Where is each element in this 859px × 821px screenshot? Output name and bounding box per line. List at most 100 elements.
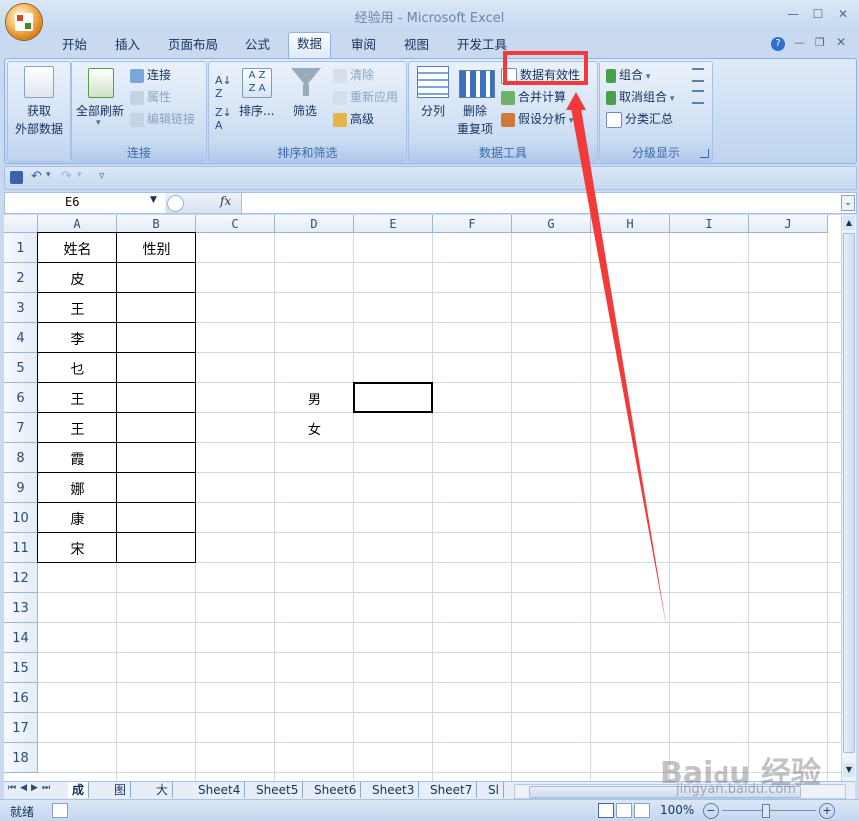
macro-record-icon[interactable] <box>52 803 68 818</box>
reapply-button[interactable]: 重新应用 <box>350 90 398 104</box>
vertical-scrollbar[interactable]: ▲ ▼ <box>841 215 856 781</box>
expand-formula-icon[interactable]: ⌄ <box>841 195 855 211</box>
row-header-17[interactable]: 17 <box>4 713 38 743</box>
what-if-button[interactable]: 假设分析 <box>518 112 566 126</box>
row-header-2[interactable]: 2 <box>4 263 38 293</box>
ungroup-button[interactable]: 取消组合 <box>619 90 667 104</box>
row-header-11[interactable]: 11 <box>4 533 38 563</box>
ungroup-dropdown-icon[interactable]: ▾ <box>667 94 675 104</box>
sheet-nav-icon[interactable]: ⏮◀▶⏭ <box>8 783 54 793</box>
filter-button[interactable]: 筛选 <box>293 102 317 119</box>
row-header-14[interactable]: 14 <box>4 623 38 653</box>
cell-A4[interactable]: 李 <box>38 329 117 349</box>
redo-icon[interactable]: ↷ <box>61 169 72 184</box>
scroll-up-icon[interactable]: ▲ <box>843 216 855 230</box>
zoom-in-icon[interactable]: + <box>819 803 835 819</box>
what-if-dropdown-icon[interactable]: ▾ <box>566 116 574 126</box>
ribbon-minimize-icon[interactable]: — <box>794 36 805 49</box>
column-header-F[interactable]: F <box>433 215 512 233</box>
column-header-D[interactable]: D <box>275 215 354 233</box>
refresh-all-button[interactable]: 全部刷新 <box>76 102 124 119</box>
page-break-view-icon[interactable] <box>634 803 650 818</box>
office-button[interactable] <box>6 4 42 40</box>
column-header-H[interactable]: H <box>591 215 670 233</box>
help-icon[interactable]: ? <box>771 37 785 51</box>
get-external-label-1[interactable]: 获取 <box>8 102 70 119</box>
group-dropdown-icon[interactable]: ▾ <box>643 72 651 82</box>
minimize-button[interactable]: — <box>783 6 803 22</box>
zoom-slider-handle[interactable] <box>762 804 770 818</box>
undo-icon[interactable]: ↶ <box>31 169 42 184</box>
sheet-tab-大写[interactable]: 大写 <box>152 782 174 813</box>
cell-A2[interactable]: 皮 <box>38 269 117 289</box>
row-header-10[interactable]: 10 <box>4 503 38 533</box>
sheet-tab-Sheet3[interactable]: Sheet3 <box>368 782 420 798</box>
hide-detail-icon[interactable] <box>692 90 704 104</box>
outline-dialog-launcher-icon[interactable] <box>700 149 709 158</box>
cell-A10[interactable]: 康 <box>38 509 117 529</box>
insert-function-icon[interactable]: fx <box>220 194 231 208</box>
column-header-G[interactable]: G <box>512 215 591 233</box>
row-header-16[interactable]: 16 <box>4 683 38 713</box>
tab-review[interactable]: 审阅 <box>343 34 384 56</box>
column-header-B[interactable]: B <box>117 215 196 233</box>
consolidate-button[interactable]: 合并计算 <box>518 90 566 104</box>
name-box-dropdown-icon[interactable]: ▼ <box>150 195 157 205</box>
customize-qat-icon[interactable]: ▿ <box>99 169 105 182</box>
tab-formulas[interactable]: 公式 <box>237 34 278 56</box>
cell-A8[interactable]: 霞 <box>38 449 117 469</box>
scroll-down-icon[interactable]: ▼ <box>843 763 855 777</box>
sheet-tab-图标[interactable]: 图标 <box>110 782 132 813</box>
column-header-I[interactable]: I <box>670 215 749 233</box>
properties-button[interactable]: 属性 <box>147 90 171 104</box>
remove-duplicates-line1[interactable]: 删除 <box>463 102 487 119</box>
row-header-6[interactable]: 6 <box>4 383 38 413</box>
cell-A11[interactable]: 宋 <box>38 539 117 559</box>
sheet-tab-Sl[interactable]: Sl <box>484 782 504 798</box>
cell-A6[interactable]: 王 <box>38 389 117 409</box>
row-header-18[interactable]: 18 <box>4 743 38 773</box>
refresh-dropdown-icon[interactable]: ▾ <box>96 118 101 128</box>
tab-home[interactable]: 开始 <box>54 34 95 56</box>
formula-input[interactable] <box>243 195 833 211</box>
cell-A5[interactable]: 乜 <box>38 359 117 379</box>
undo-dropdown-icon[interactable]: ▾ <box>46 170 51 180</box>
page-layout-view-icon[interactable] <box>616 803 632 818</box>
cell-A9[interactable]: 娜 <box>38 479 117 499</box>
normal-view-icon[interactable] <box>598 803 614 818</box>
row-header-5[interactable]: 5 <box>4 353 38 383</box>
cell-A7[interactable]: 王 <box>38 419 117 439</box>
connections-button[interactable]: 连接 <box>147 68 171 82</box>
group-button[interactable]: 组合 <box>619 68 643 82</box>
zoom-out-icon[interactable]: − <box>703 803 719 819</box>
row-header-1[interactable]: 1 <box>4 233 38 263</box>
workbook-close-icon[interactable]: ✕ <box>836 35 846 49</box>
tab-view[interactable]: 视图 <box>396 34 437 56</box>
sheet-tab-Sheet6[interactable]: Sheet6 <box>310 782 362 798</box>
maximize-button[interactable]: ☐ <box>808 6 828 22</box>
sheet-tab-Sheet4[interactable]: Sheet4 <box>194 782 246 798</box>
cell-B1[interactable]: 性别 <box>117 239 196 259</box>
tab-page-layout[interactable]: 页面布局 <box>160 34 226 56</box>
cell-A1[interactable]: 姓名 <box>38 239 117 259</box>
ribbon-restore-icon[interactable]: ❐ <box>815 36 825 49</box>
get-external-label-2[interactable]: 外部数据 <box>8 120 70 137</box>
cell-D6[interactable]: 男 <box>275 389 354 408</box>
save-icon[interactable] <box>10 171 23 184</box>
cell-D7[interactable]: 女 <box>275 419 354 438</box>
name-box[interactable]: E6 ▼ <box>5 193 166 213</box>
row-header-8[interactable]: 8 <box>4 443 38 473</box>
advanced-button[interactable]: 高级 <box>350 112 374 126</box>
show-detail-icon[interactable] <box>692 68 704 82</box>
zoom-level[interactable]: 100% <box>660 803 694 817</box>
formula-bar-handle-icon[interactable] <box>167 195 184 212</box>
sheet-tab-Sheet7[interactable]: Sheet7 <box>426 782 478 798</box>
sheet-tab-Sheet5[interactable]: Sheet5 <box>252 782 304 798</box>
sort-za-icon[interactable]: Z↓ A <box>215 106 232 132</box>
worksheet-grid[interactable]: A B C D E F G H I J 1 2 3 4 5 6 7 8 9 10 11 12 13 14 15 16 17 18 姓名性… <box>4 215 841 781</box>
select-all-corner[interactable] <box>4 215 38 233</box>
column-header-A[interactable]: A <box>38 215 117 233</box>
remove-duplicates-line2[interactable]: 重复项 <box>457 120 493 137</box>
tab-data[interactable]: 数据 <box>288 32 332 59</box>
sort-button[interactable]: 排序... <box>239 102 274 119</box>
